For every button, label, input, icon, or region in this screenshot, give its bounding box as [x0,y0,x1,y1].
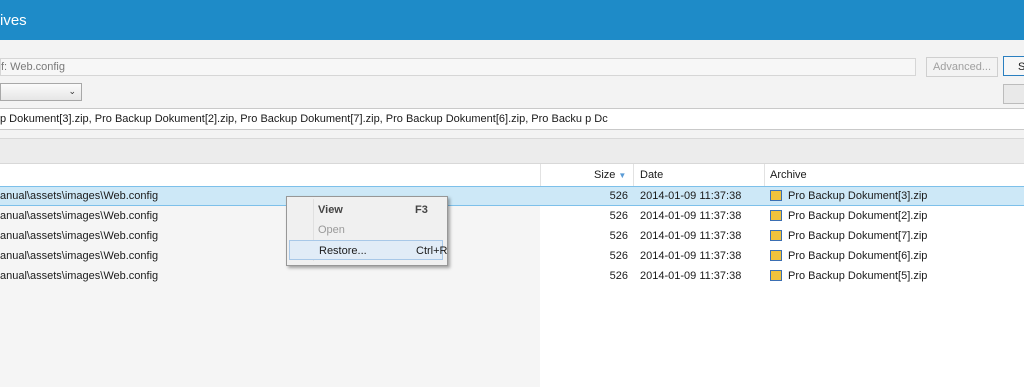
row-archive: Pro Backup Dokument[3].zip [770,187,927,205]
search-input[interactable]: f: Web.config [0,58,916,76]
table-row[interactable]: anual\assets\images\Web.config 526 2014-… [0,206,1024,226]
table-row[interactable]: anual\assets\images\Web.config 526 2014-… [0,186,1024,206]
row-archive-name: Pro Backup Dokument[3].zip [788,190,928,202]
column-header-size[interactable]: Size ▼ [594,164,626,186]
row-archive-name: Pro Backup Dokument[2].zip [788,210,928,222]
zip-archive-icon [770,209,782,221]
column-header-archive[interactable]: Archive [770,164,807,186]
menu-item-view-shortcut: F3 [415,204,428,216]
row-date: 2014-01-09 11:37:38 [640,250,742,262]
row-size: 526 [609,210,628,222]
row-date: 2014-01-09 11:37:38 [640,230,742,242]
search-button[interactable]: S [1003,56,1024,76]
menu-item-open[interactable]: Open [289,220,443,240]
row-archive: Pro Backup Dokument[6].zip [770,246,927,266]
table-row[interactable]: anual\assets\images\Web.config 526 2014-… [0,266,1024,286]
advanced-button[interactable]: Advanced... [926,57,998,77]
zip-archive-icon [770,189,782,201]
chevron-down-icon: ⌄ [68,86,76,96]
menu-item-view-label: View [318,204,343,216]
window-title: ives [0,12,27,29]
menu-item-open-label: Open [318,224,345,236]
column-divider [540,164,541,186]
sort-descending-icon: ▼ [618,171,627,180]
table-row[interactable]: anual\assets\images\Web.config 526 2014-… [0,226,1024,246]
menu-item-restore-label: Restore... [319,245,367,257]
menu-item-restore[interactable]: Restore... Ctrl+R [289,240,447,260]
zip-archive-icon [770,229,782,241]
results-list[interactable]: Size ▼ Date Archive anual\assets\images\W… [0,164,1024,387]
secondary-button[interactable] [1003,84,1024,104]
column-divider[interactable] [764,164,765,186]
zip-archive-icon [770,249,782,261]
column-divider[interactable] [633,164,634,186]
archives-list-field[interactable]: p Dokument[3].zip, Pro Backup Dokument[2… [0,108,1024,130]
menu-item-restore-shortcut: Ctrl+R [416,245,448,257]
row-archive: Pro Backup Dokument[7].zip [770,226,927,246]
row-path: anual\assets\images\Web.config [0,230,159,242]
row-archive-name: Pro Backup Dokument[6].zip [788,250,928,262]
row-path: anual\assets\images\Web.config [0,250,159,262]
row-size: 526 [609,250,628,262]
column-header-size-label: Size [594,169,616,181]
row-size: 526 [609,230,628,242]
scope-dropdown[interactable]: ⌄ [0,83,82,101]
row-size: 526 [609,190,628,202]
column-header-date[interactable]: Date [640,164,663,186]
row-path: anual\assets\images\Web.config [0,190,159,202]
row-date: 2014-01-09 11:37:38 [640,270,742,282]
menu-item-view[interactable]: View F3 [289,200,443,220]
list-header: Size ▼ Date Archive [0,164,1024,187]
row-archive-name: Pro Backup Dokument[7].zip [788,230,928,242]
row-date: 2014-01-09 11:37:38 [640,190,742,202]
toolbar-strip [0,138,1024,164]
table-row[interactable]: anual\assets\images\Web.config 526 2014-… [0,246,1024,266]
title-bar: ives [0,0,1024,40]
row-archive-name: Pro Backup Dokument[5].zip [788,270,928,282]
row-size: 526 [609,270,628,282]
row-path: anual\assets\images\Web.config [0,270,159,282]
context-menu: View F3 Open Restore... Ctrl+R [286,196,448,266]
zip-archive-icon [770,269,782,281]
row-archive: Pro Backup Dokument[5].zip [770,266,927,286]
row-archive: Pro Backup Dokument[2].zip [770,206,927,226]
row-date: 2014-01-09 11:37:38 [640,210,742,222]
row-path: anual\assets\images\Web.config [0,210,159,222]
